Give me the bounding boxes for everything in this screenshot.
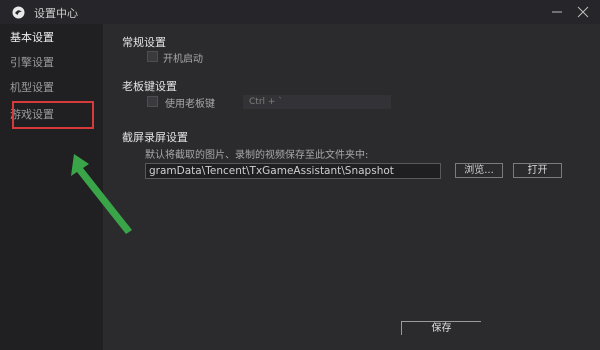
screenshot-settings-title: 截屏录屏设置 [122, 131, 188, 144]
sidebar-item-label: 机型设置 [10, 81, 54, 94]
boss-key-label: 使用老板键 [165, 99, 215, 110]
save-button[interactable]: 保存 [401, 321, 481, 335]
browse-button[interactable]: 浏览... [455, 163, 503, 178]
sidebar-item-label: 基本设置 [10, 31, 54, 44]
window-title: 设置中心 [34, 7, 78, 20]
boss-key-hotkey-input[interactable]: Ctrl + ` [243, 95, 391, 109]
settings-panel: 常规设置 开机启动 老板键设置 使用老板键 Ctrl + ` 截屏录屏设置 默认… [103, 24, 600, 350]
close-icon[interactable] [574, 3, 592, 21]
boss-key-checkbox[interactable] [147, 96, 158, 107]
screenshot-path-input[interactable]: gramData\Tencent\TxGameAssistant\Snapsho… [145, 163, 441, 179]
screenshot-folder-description: 默认将截取的图片、录制的视频保存至此文件夹中: [145, 150, 369, 161]
general-settings-title: 常规设置 [122, 36, 166, 49]
sidebar-item-label: 引擎设置 [10, 56, 54, 69]
sidebar: 基本设置 引擎设置 机型设置 游戏设置 [0, 24, 103, 350]
boss-key-settings-title: 老板键设置 [122, 80, 177, 93]
autostart-checkbox[interactable] [147, 51, 158, 62]
game-settings-highlight-box [12, 101, 94, 129]
sidebar-item-device-model[interactable]: 机型设置 [10, 78, 54, 98]
sidebar-item-basic[interactable]: 基本设置 [10, 28, 54, 48]
sidebar-item-engine[interactable]: 引擎设置 [10, 53, 54, 73]
title-bar: 设置中心 [0, 0, 600, 24]
autostart-label: 开机启动 [163, 54, 203, 65]
app-logo-icon [12, 6, 25, 19]
minimize-icon[interactable] [548, 3, 566, 21]
open-folder-button[interactable]: 打开 [513, 163, 562, 178]
